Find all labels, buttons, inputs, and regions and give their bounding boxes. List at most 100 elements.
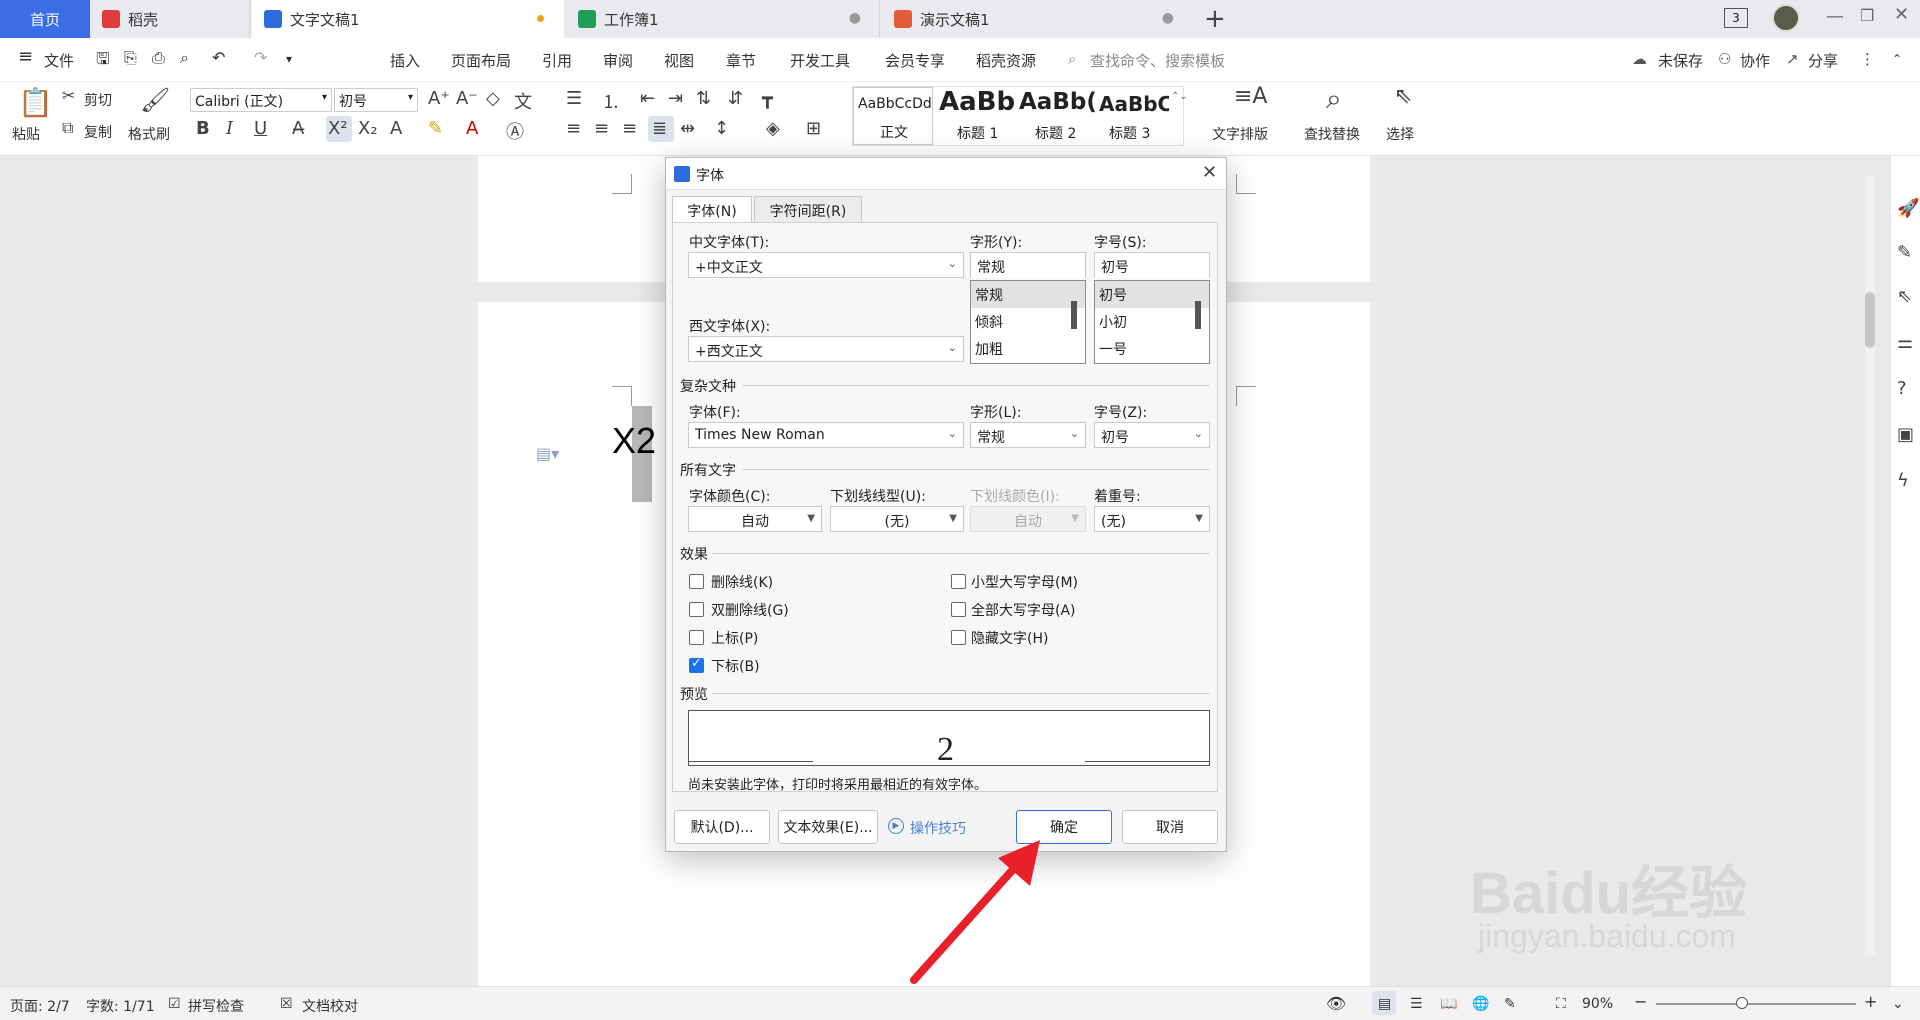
eye-icon[interactable]: 👁 bbox=[1326, 994, 1346, 1013]
fit-page-icon[interactable]: ⛶ bbox=[1556, 996, 1566, 1012]
style-normal[interactable]: AaBbCcDd 正文 bbox=[853, 87, 933, 145]
paragraph-handle-icon[interactable]: ▤▾ bbox=[536, 444, 559, 463]
pointer-icon[interactable]: ⇖ bbox=[1897, 286, 1912, 307]
lightning-icon[interactable]: ϟ bbox=[1897, 470, 1909, 491]
save-icon[interactable]: 🖫 bbox=[96, 48, 110, 75]
size-input[interactable]: 初号 bbox=[1094, 252, 1210, 278]
avatar[interactable] bbox=[1772, 4, 1800, 32]
numbered-list-icon[interactable]: ⒈ bbox=[602, 88, 620, 114]
tab-home[interactable]: 首页 bbox=[0, 0, 90, 38]
tab-char-spacing[interactable]: 字符间距(R) bbox=[754, 196, 862, 222]
double-strikethrough-checkbox[interactable] bbox=[689, 602, 704, 617]
small-caps-checkbox[interactable] bbox=[951, 574, 966, 589]
cancel-button[interactable]: 取消 bbox=[1122, 810, 1218, 844]
read-mode-icon[interactable]: 📖 bbox=[1440, 996, 1457, 1012]
hidden-text-label[interactable]: 隐藏文字(H) bbox=[971, 628, 1048, 648]
style-listbox[interactable]: 常规 倾斜 加粗 bbox=[970, 280, 1086, 364]
superscript-icon[interactable]: X² bbox=[328, 118, 348, 139]
underline-style-select[interactable]: (无) ▼ bbox=[830, 506, 964, 532]
size-listbox[interactable]: 初号 小初 一号 bbox=[1094, 280, 1210, 364]
sort-icon[interactable]: ⇵ bbox=[728, 88, 743, 109]
tab-presentation[interactable]: 演示文稿1 ● bbox=[882, 0, 1192, 38]
hamburger-icon[interactable]: ≡ bbox=[18, 46, 33, 67]
strikethrough-icon[interactable]: A̶ bbox=[292, 118, 304, 139]
align-center-icon[interactable]: ≡ bbox=[594, 118, 609, 139]
zoom-in-icon[interactable]: + bbox=[1864, 992, 1877, 1011]
menu-daoke-resources[interactable]: 稻壳资源 bbox=[976, 50, 1036, 71]
menu-member[interactable]: 会员专享 bbox=[885, 50, 945, 71]
text-effect-icon[interactable]: A bbox=[390, 118, 402, 139]
new-tab-icon[interactable]: + bbox=[1204, 4, 1226, 34]
distribute-icon[interactable]: ⇹ bbox=[680, 118, 695, 139]
all-caps-label[interactable]: 全部大写字母(A) bbox=[971, 600, 1076, 620]
strikethrough-checkbox[interactable] bbox=[689, 574, 704, 589]
rocket-icon[interactable]: 🚀 bbox=[1897, 198, 1919, 219]
format-painter-button[interactable]: 格式刷 bbox=[128, 124, 170, 144]
superscript-checkbox[interactable] bbox=[689, 630, 704, 645]
document-text[interactable]: X2 bbox=[612, 420, 656, 462]
tab-daoke[interactable]: 稻壳 bbox=[90, 0, 250, 38]
menu-page-layout[interactable]: 页面布局 bbox=[451, 50, 511, 71]
size-option[interactable]: 一号 bbox=[1095, 335, 1209, 362]
gallery-scroll-icon[interactable]: ⌃⌄ bbox=[1171, 91, 1188, 102]
scroll-down-icon[interactable]: ⌄ bbox=[1892, 996, 1904, 1012]
borders-icon[interactable]: ⊞ bbox=[806, 118, 821, 139]
close-icon[interactable]: ✕ bbox=[1202, 162, 1217, 183]
help-icon[interactable]: ? bbox=[1897, 378, 1907, 399]
text-direction-icon[interactable]: ⇅ bbox=[696, 88, 711, 109]
hidden-text-checkbox[interactable] bbox=[951, 630, 966, 645]
italic-icon[interactable]: I bbox=[226, 118, 233, 139]
complex-style-select[interactable]: 常规 ⌄ bbox=[970, 422, 1086, 448]
cut-button[interactable]: 剪切 bbox=[84, 90, 112, 110]
text-effects-button[interactable]: 文本效果(E)... bbox=[778, 810, 878, 844]
char-border-icon[interactable]: Ⓐ bbox=[506, 118, 524, 144]
web-view-icon[interactable]: 🌐 bbox=[1472, 996, 1489, 1012]
all-caps-checkbox[interactable] bbox=[951, 602, 966, 617]
size-option[interactable]: 初号 bbox=[1095, 281, 1209, 308]
style-option[interactable]: 加粗 bbox=[971, 335, 1085, 362]
double-strikethrough-label[interactable]: 双删除线(G) bbox=[711, 600, 789, 620]
decrease-indent-icon[interactable]: ⇤ bbox=[640, 88, 655, 109]
menu-references[interactable]: 引用 bbox=[542, 50, 572, 71]
spellcheck-button[interactable]: 拼写检查 bbox=[188, 996, 244, 1016]
chevron-up-icon[interactable]: ⌃ bbox=[1892, 52, 1902, 66]
small-caps-label[interactable]: 小型大写字母(M) bbox=[971, 572, 1078, 592]
increase-indent-icon[interactable]: ⇥ bbox=[668, 88, 683, 109]
outline-view-icon[interactable]: ☰ bbox=[1410, 996, 1423, 1012]
strikethrough-label[interactable]: 删除线(K) bbox=[711, 572, 773, 592]
menu-developer[interactable]: 开发工具 bbox=[790, 50, 850, 71]
superscript-label[interactable]: 上标(P) bbox=[711, 628, 758, 648]
listbox-scroll-thumb[interactable] bbox=[1071, 301, 1077, 329]
subscript-label[interactable]: 下标(B) bbox=[711, 656, 760, 676]
proofread-button[interactable]: 文档校对 bbox=[302, 996, 358, 1016]
complex-size-select[interactable]: 初号 ⌄ bbox=[1094, 422, 1210, 448]
listbox-scroll-thumb[interactable] bbox=[1195, 301, 1201, 329]
line-spacing-icon[interactable]: ↕ bbox=[714, 118, 729, 139]
menu-file[interactable]: 文件 bbox=[44, 50, 74, 71]
zoom-slider-thumb[interactable] bbox=[1736, 997, 1748, 1009]
page-indicator[interactable]: 页面: 2/7 bbox=[10, 996, 70, 1016]
tab-font[interactable]: 字体(N) bbox=[672, 196, 752, 222]
underline-icon[interactable]: U bbox=[254, 118, 267, 139]
menu-review[interactable]: 审阅 bbox=[603, 50, 633, 71]
export-icon[interactable]: ⎘ bbox=[124, 48, 137, 68]
window-count-badge[interactable]: 3 bbox=[1724, 8, 1748, 28]
style-option[interactable]: 常规 bbox=[971, 281, 1085, 308]
subscript-checkbox[interactable]: ✓ bbox=[689, 656, 704, 673]
close-icon[interactable]: ● bbox=[1162, 10, 1174, 26]
shading-icon[interactable]: ◈ bbox=[766, 118, 780, 139]
emphasis-select[interactable]: (无) ▼ bbox=[1094, 506, 1210, 532]
shrink-font-icon[interactable]: A⁻ bbox=[456, 88, 478, 109]
tab-spreadsheet[interactable]: 工作簿1 ● bbox=[566, 0, 880, 38]
text-layout-button[interactable]: 文字排版 bbox=[1212, 124, 1268, 144]
style-heading-3[interactable]: AaBbC( 标题 3 bbox=[1097, 87, 1169, 145]
select-button[interactable]: 选择 bbox=[1386, 124, 1414, 144]
align-left-icon[interactable]: ≡ bbox=[566, 118, 581, 139]
sliders-icon[interactable]: ⚌ bbox=[1897, 332, 1913, 353]
complex-font-select[interactable]: Times New Roman ⌄ bbox=[688, 422, 964, 448]
minimize-icon[interactable]: — bbox=[1826, 6, 1844, 27]
pen-icon[interactable]: ✎ bbox=[1897, 242, 1912, 263]
subscript-icon[interactable]: X₂ bbox=[358, 118, 378, 139]
scrollbar-thumb[interactable] bbox=[1865, 292, 1875, 348]
close-window-icon[interactable]: ✕ bbox=[1894, 4, 1909, 25]
